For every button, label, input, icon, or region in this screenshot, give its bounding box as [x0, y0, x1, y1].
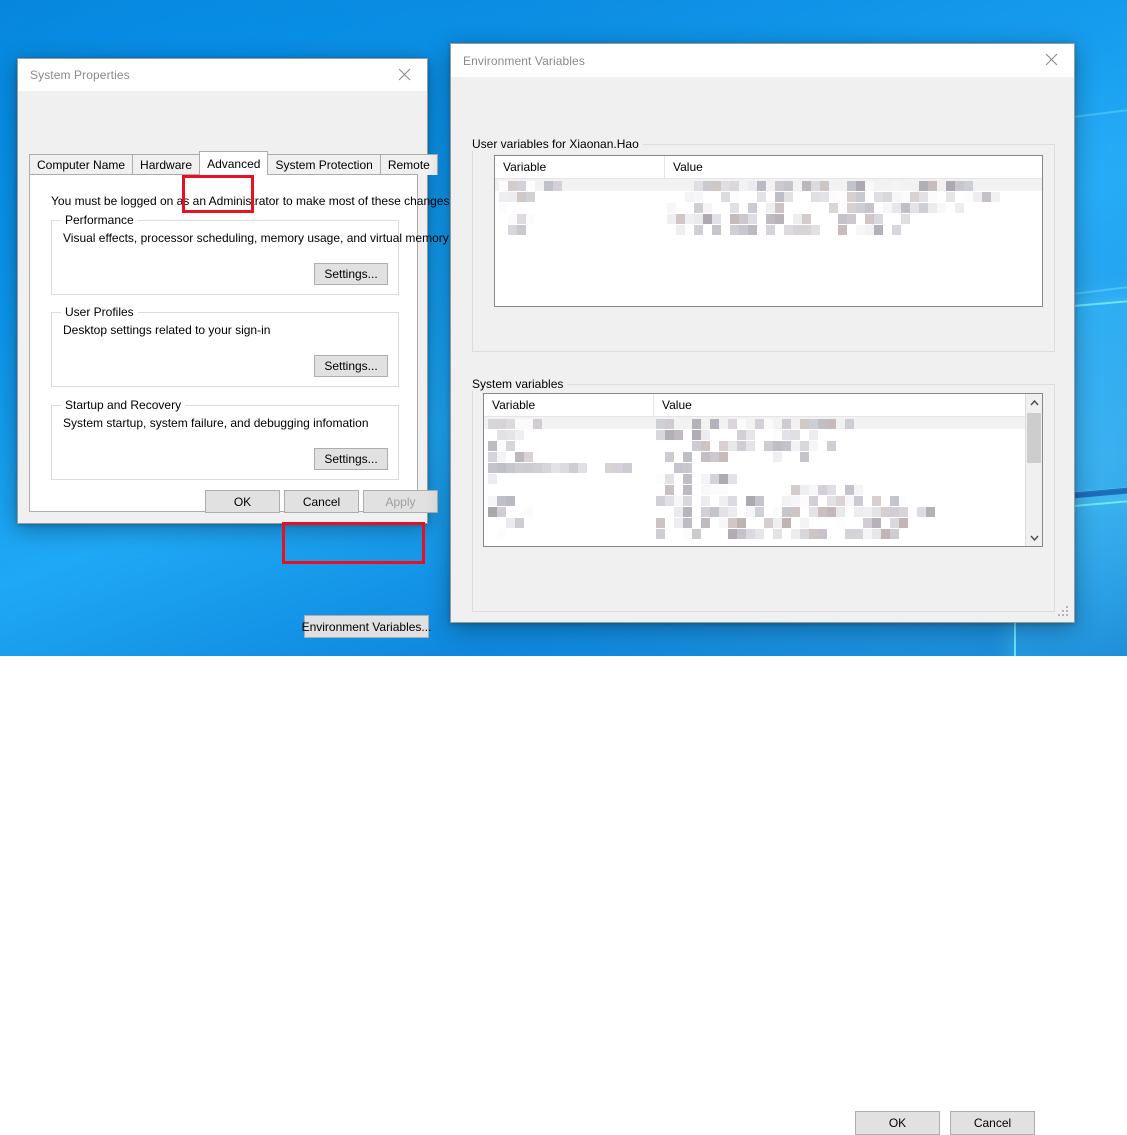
environment-variables-button[interactable]: Environment Variables... — [302, 615, 431, 638]
environment-variables-window: Environment Variables User variables for… — [450, 43, 1075, 1135]
system-variables-scrollbar[interactable] — [1025, 394, 1042, 546]
tab-system-protection[interactable]: System Protection — [267, 154, 381, 175]
environment-variables-footer: OK Cancel — [451, 562, 1074, 1135]
close-icon[interactable] — [382, 59, 427, 89]
system-properties-cancel-button[interactable]: Cancel — [284, 490, 359, 513]
user-variables-label: User variables for Xiaonan.Hao — [472, 137, 643, 151]
user-variables-column-variable[interactable]: Variable — [495, 156, 665, 178]
tab-computer-name[interactable]: Computer Name — [29, 154, 134, 175]
close-icon[interactable] — [1029, 44, 1074, 74]
performance-group-legend: Performance — [61, 213, 138, 227]
system-variables-column-value[interactable]: Value — [654, 394, 1042, 416]
chevron-up-icon[interactable] — [1026, 394, 1042, 411]
system-variables-label: System variables — [472, 377, 568, 391]
performance-group: Performance Visual effects, processor sc… — [51, 213, 449, 295]
system-properties-tabstrip: Computer Name Hardware Advanced System P… — [29, 151, 438, 175]
system-properties-window: System Properties Computer Name Hardware… — [17, 58, 453, 638]
user-variables-group: User variables for Xiaonan.Hao Variable … — [472, 137, 1055, 352]
environment-variables-titlebar[interactable]: Environment Variables — [451, 44, 1074, 77]
environment-variables-ok-button[interactable]: OK — [855, 1111, 940, 1135]
environment-variables-title: Environment Variables — [463, 53, 585, 68]
tab-remote[interactable]: Remote — [379, 154, 438, 175]
system-properties-footer: OK Cancel Apply — [18, 479, 438, 523]
user-profiles-group-description: Desktop settings related to your sign-in — [63, 323, 271, 337]
system-variables-rows[interactable] — [484, 417, 1042, 546]
tab-hardware[interactable]: Hardware — [132, 154, 201, 175]
startup-and-recovery-group-description: System startup, system failure, and debu… — [63, 416, 369, 430]
system-variables-column-variable[interactable]: Variable — [484, 394, 654, 416]
system-variables-scroll-thumb[interactable] — [1027, 413, 1041, 463]
system-properties-titlebar[interactable]: System Properties — [18, 59, 427, 91]
user-profiles-group-legend: User Profiles — [61, 305, 138, 319]
user-variables-listview[interactable]: Variable Value — [494, 155, 1043, 307]
system-properties-apply-button: Apply — [363, 490, 438, 513]
system-variables-listview[interactable]: Variable Value — [483, 393, 1043, 547]
system-variables-header: Variable Value — [484, 394, 1042, 417]
startup-and-recovery-group: Startup and Recovery System startup, sys… — [51, 398, 399, 480]
resize-grip-icon[interactable] — [1058, 606, 1070, 618]
user-profiles-settings-button[interactable]: Settings... — [314, 355, 388, 377]
startup-and-recovery-settings-button[interactable]: Settings... — [314, 448, 388, 470]
system-properties-ok-button[interactable]: OK — [205, 490, 280, 513]
system-properties-body: Computer Name Hardware Advanced System P… — [18, 91, 453, 638]
advanced-tab-panel: You must be logged on as an Administrato… — [29, 174, 453, 638]
administrator-note: You must be logged on as an Administrato… — [51, 194, 453, 208]
startup-and-recovery-group-legend: Startup and Recovery — [61, 398, 186, 412]
performance-settings-button[interactable]: Settings... — [314, 263, 388, 285]
tab-advanced[interactable]: Advanced — [199, 151, 269, 175]
user-profiles-group: User Profiles Desktop settings related t… — [51, 305, 399, 387]
performance-group-description: Visual effects, processor scheduling, me… — [63, 231, 449, 245]
user-variables-rows[interactable] — [495, 179, 1042, 306]
user-variables-column-value[interactable]: Value — [665, 156, 1042, 178]
user-variables-header: Variable Value — [495, 156, 1042, 179]
chevron-down-icon[interactable] — [1026, 529, 1042, 546]
system-properties-title: System Properties — [30, 68, 130, 82]
environment-variables-cancel-button[interactable]: Cancel — [950, 1111, 1035, 1135]
environment-variables-body: User variables for Xiaonan.Hao Variable … — [451, 77, 1074, 1135]
